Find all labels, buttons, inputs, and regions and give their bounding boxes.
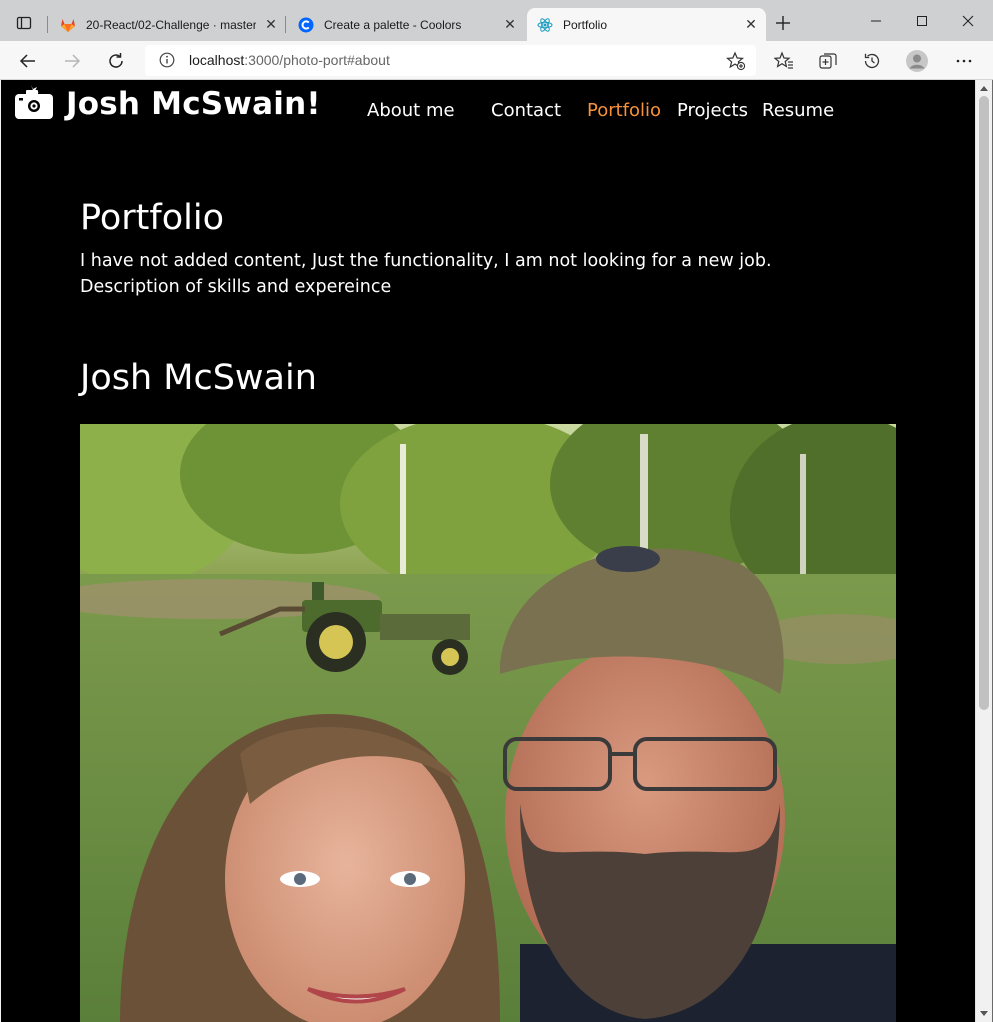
url-path: :3000/photo-port#about <box>244 52 390 68</box>
tab-close-button[interactable]: ✕ <box>744 17 758 31</box>
new-tab-button[interactable] <box>772 12 794 34</box>
settings-menu-button[interactable] <box>950 47 978 75</box>
refresh-icon <box>109 53 123 68</box>
coolors-icon <box>298 17 314 33</box>
close-window-button[interactable] <box>945 8 991 34</box>
back-button[interactable] <box>14 47 42 75</box>
portfolio-description: I have not added content, Just the funct… <box>80 251 772 271</box>
tab-title: Create a palette - Coolors <box>324 17 462 32</box>
tab-close-button[interactable]: ✕ <box>264 17 278 31</box>
url-host: localhost <box>189 52 245 68</box>
plus-icon <box>776 16 790 30</box>
collections-icon <box>819 53 837 69</box>
tab-title: 20-React/02-Challenge · master · <box>86 17 256 32</box>
tab-actions-button[interactable] <box>12 11 36 35</box>
forward-button[interactable] <box>58 47 86 75</box>
minimize-button[interactable] <box>853 8 899 34</box>
tab-portfolio[interactable]: Portfolio ✕ <box>527 8 766 41</box>
nav-contact[interactable]: Contact <box>491 100 561 121</box>
camera-icon <box>15 85 53 119</box>
nav-about-me[interactable]: About me <box>367 100 455 121</box>
gitlab-icon <box>60 17 76 33</box>
browser-toolbar: localhost:3000/photo-port#about <box>0 41 993 80</box>
profile-photo <box>80 424 896 1022</box>
site-info-icon[interactable] <box>159 52 175 68</box>
profile-button[interactable] <box>903 47 931 75</box>
tab-gitlab[interactable]: 20-React/02-Challenge · master · ✕ <box>50 8 286 41</box>
scroll-up-icon[interactable] <box>980 86 988 91</box>
maximize-button[interactable] <box>899 8 945 34</box>
refresh-button[interactable] <box>102 47 130 75</box>
favorites-icon <box>774 51 793 69</box>
tab-title: Portfolio <box>563 17 608 32</box>
tab-divider <box>47 16 48 33</box>
scroll-thumb[interactable] <box>979 96 989 710</box>
profile-name-heading: Josh McSwain <box>80 358 317 398</box>
more-options-icon <box>956 59 972 63</box>
back-arrow-icon <box>19 54 35 68</box>
nav-resume[interactable]: Resume <box>762 100 834 121</box>
page-scrollbar[interactable] <box>975 80 992 1022</box>
address-bar[interactable]: localhost:3000/photo-port#about <box>145 45 756 76</box>
minimize-icon <box>871 20 881 22</box>
react-icon <box>537 17 553 33</box>
maximize-icon <box>917 16 927 26</box>
portfolio-description-2: Description of skills and expereince <box>80 277 392 297</box>
forward-arrow-icon <box>65 54 81 68</box>
add-favorite-icon[interactable] <box>726 51 746 71</box>
nav-projects[interactable]: Projects <box>677 100 748 121</box>
tab-divider <box>285 16 286 33</box>
collections-button[interactable] <box>814 47 842 75</box>
favorites-button[interactable] <box>770 47 798 75</box>
tab-strip: 20-React/02-Challenge · master · ✕ Creat… <box>0 0 993 41</box>
scroll-down-icon[interactable] <box>980 1011 988 1016</box>
portfolio-heading: Portfolio <box>80 198 224 238</box>
close-icon <box>962 15 974 27</box>
history-button[interactable] <box>858 47 886 75</box>
avatar-icon <box>906 50 928 72</box>
nav-portfolio[interactable]: Portfolio <box>587 100 661 121</box>
history-icon <box>864 53 880 69</box>
url-text[interactable]: localhost:3000/photo-port#about <box>189 52 390 68</box>
tab-coolors[interactable]: Create a palette - Coolors ✕ <box>288 8 525 41</box>
site-title[interactable]: Josh McSwain! <box>66 86 321 122</box>
tab-close-button[interactable]: ✕ <box>503 17 517 31</box>
page-viewport: Josh McSwain! About me Contact Portfolio… <box>1 80 975 1022</box>
tab-actions-icon <box>16 16 32 30</box>
